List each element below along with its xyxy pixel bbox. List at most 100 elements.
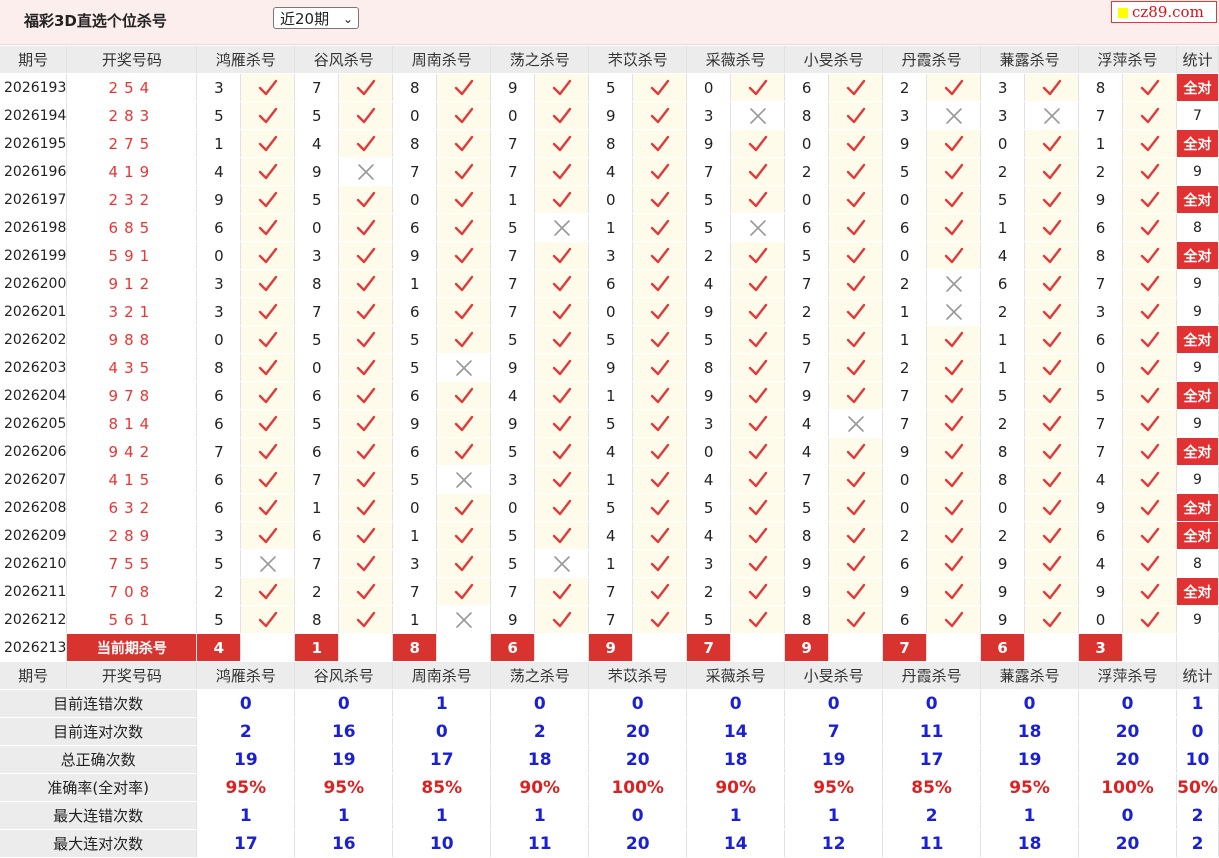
check-icon (258, 219, 278, 235)
kill-number: 3 (490, 465, 536, 494)
kill-number: 9 (980, 549, 1026, 578)
issue-number: 2026203 (0, 353, 68, 382)
summary-value: 0 (588, 689, 688, 718)
issue-number: 2026196 (0, 157, 68, 186)
cross-icon (945, 275, 962, 292)
col-header-expert: 芣苡杀号 (588, 46, 688, 74)
summary-value: 11 (490, 829, 590, 858)
kill-number: 7 (784, 465, 830, 494)
kill-number: 5 (784, 241, 830, 270)
kill-result (828, 325, 884, 354)
kill-number: 0 (1078, 605, 1124, 634)
check-icon (650, 415, 669, 431)
kill-number: 9 (588, 101, 634, 130)
check-icon (1140, 611, 1159, 627)
kill-number: 8 (980, 437, 1026, 466)
col-header-expert: 浮萍杀号 (1078, 46, 1178, 74)
kill-number: 1 (196, 129, 242, 158)
check-icon (356, 219, 375, 235)
kill-result (534, 213, 590, 242)
check-icon (356, 499, 375, 515)
kill-result (338, 549, 394, 578)
kill-result (436, 381, 492, 410)
check-icon (1042, 135, 1061, 151)
kill-number: 3 (392, 549, 438, 578)
kill-number: 1 (294, 493, 340, 522)
kill-number: 9 (686, 129, 732, 158)
issue-number: 2026212 (0, 605, 68, 634)
kill-number: 5 (784, 493, 830, 522)
kill-number: 4 (784, 437, 830, 466)
check-icon (454, 107, 473, 123)
kill-number: 0 (882, 493, 928, 522)
kill-result (632, 213, 688, 242)
kill-number: 1 (392, 521, 438, 550)
check-icon (748, 527, 767, 543)
period-select[interactable]: 近20期 ⌄ (273, 7, 359, 29)
col-header-expert: 荡之杀号 (490, 661, 590, 690)
kill-result (534, 353, 590, 382)
current-kill-number: 9 (784, 633, 830, 662)
check-icon (1140, 79, 1159, 95)
summary-value: 1 (686, 801, 786, 830)
kill-number: 7 (1078, 437, 1124, 466)
check-icon (650, 79, 669, 95)
kill-result (730, 493, 786, 522)
kill-number: 6 (392, 437, 438, 466)
kill-result (926, 493, 982, 522)
kill-result (338, 185, 394, 214)
kill-result (730, 297, 786, 326)
kill-number: 3 (882, 101, 928, 130)
check-icon (258, 527, 278, 543)
check-icon (552, 275, 571, 291)
kill-result (632, 577, 688, 606)
kill-number: 0 (490, 101, 536, 130)
check-icon (748, 163, 767, 179)
row-stat: 全对 (1176, 381, 1219, 410)
kill-number: 0 (980, 129, 1026, 158)
kill-result (926, 549, 982, 578)
row-stat: 全对 (1176, 73, 1219, 102)
check-icon (944, 331, 963, 347)
kill-number: 0 (588, 297, 634, 326)
kill-number: 6 (196, 493, 242, 522)
check-icon (748, 499, 767, 515)
kill-result (828, 241, 884, 270)
cross-icon (1043, 107, 1060, 124)
col-header-expert: 丹霞杀号 (882, 46, 982, 74)
kill-result (534, 185, 590, 214)
summary-value: 17 (392, 745, 492, 774)
current-kill-number: 4 (196, 633, 242, 662)
current-kill-blank (1122, 633, 1178, 662)
kill-number: 7 (784, 353, 830, 382)
kill-result (534, 521, 590, 550)
kill-number: 4 (1078, 549, 1124, 578)
kill-result (436, 213, 492, 242)
check-icon (650, 135, 669, 151)
check-icon (552, 107, 571, 123)
row-stat: 7 (1176, 101, 1219, 130)
kill-result (240, 381, 296, 410)
kill-result (926, 409, 982, 438)
page-title: 福彩3D直选个位杀号 (24, 12, 167, 30)
kill-number: 8 (784, 521, 830, 550)
site-logo[interactable]: cz89.com (1111, 1, 1217, 23)
kill-result (730, 409, 786, 438)
summary-value: 18 (686, 745, 786, 774)
issue-number: 2026207 (0, 465, 68, 494)
kill-number: 1 (392, 605, 438, 634)
draw-number: 755 (66, 549, 198, 578)
check-icon (748, 387, 767, 403)
kill-result (240, 549, 296, 578)
table-row: 2026203 435 8 0 5 9 9 8 7 2 1 0 9 (0, 353, 1219, 382)
summary-value: 20 (588, 717, 688, 746)
kill-number: 9 (588, 353, 634, 382)
kill-number: 1 (588, 381, 634, 410)
kill-result (534, 157, 590, 186)
row-stat: 全对 (1176, 521, 1219, 550)
kill-number: 4 (686, 269, 732, 298)
summary-value: 0 (882, 689, 982, 718)
kill-result (338, 353, 394, 382)
check-icon (356, 135, 375, 151)
kill-result (730, 381, 786, 410)
